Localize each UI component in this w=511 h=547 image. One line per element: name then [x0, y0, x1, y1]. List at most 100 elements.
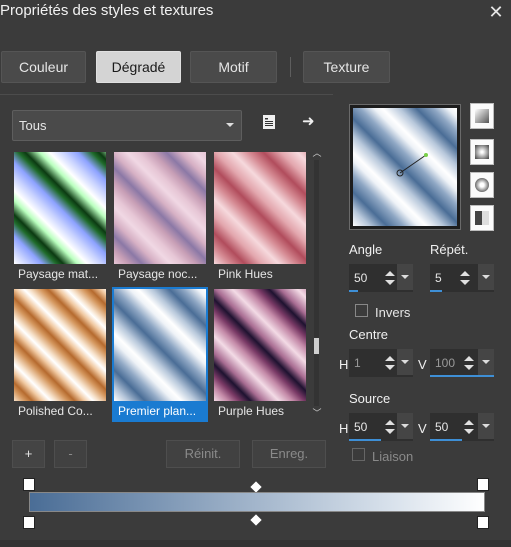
radial-style-button[interactable] [470, 172, 494, 198]
decrement-icon[interactable] [464, 365, 474, 370]
chevron-down-icon[interactable] [478, 264, 494, 290]
increment-icon[interactable] [385, 420, 395, 425]
link-checkbox[interactable] [352, 448, 365, 461]
rectangular-style-button[interactable] [470, 139, 494, 165]
save-button[interactable]: Enreg. [252, 440, 326, 468]
source-h-field[interactable]: 50 [349, 413, 413, 441]
tab-motif[interactable]: Motif [190, 51, 277, 83]
increment-icon[interactable] [385, 271, 395, 276]
window-title: Propriétés des styles et textures [0, 2, 214, 19]
angle-label: Angle [349, 242, 383, 257]
angle-field[interactable]: 50 [349, 264, 413, 292]
scroll-track[interactable] [314, 160, 319, 406]
bottom-edge [0, 540, 511, 547]
gradient-preview[interactable] [349, 104, 461, 230]
source-h-value: 50 [354, 420, 368, 434]
gradient-swatch[interactable]: Paysage noc... [112, 150, 208, 285]
document-icon[interactable] [261, 114, 277, 130]
rectangular-style-icon [475, 145, 489, 159]
decrement-icon[interactable] [385, 280, 395, 285]
tab-degrade[interactable]: Dégradé [96, 51, 181, 83]
swatch-label: Purple Hues [218, 404, 285, 418]
opacity-stop-right-icon[interactable] [477, 478, 489, 491]
swatch-label: Pink Hues [218, 267, 273, 281]
decrement-icon[interactable] [460, 280, 470, 285]
linear-style-icon [475, 109, 489, 123]
center-h-label: H [339, 357, 349, 372]
repeat-value: 5 [435, 271, 442, 285]
chevron-down-icon [226, 123, 234, 127]
swatch-label: Paysage noc... [118, 267, 198, 281]
gradient-bar[interactable] [29, 492, 485, 512]
tab-couleur[interactable]: Couleur [1, 51, 86, 83]
repeat-field[interactable]: 5 [430, 264, 494, 292]
gradient-swatch[interactable]: Paysage mat... [12, 150, 108, 285]
center-h-field[interactable]: 1 [349, 349, 413, 377]
increment-icon[interactable] [464, 420, 474, 425]
swatch-label: Premier plan... [114, 402, 206, 420]
swatch-thumbnail [114, 152, 206, 264]
gradient-swatch[interactable]: Purple Hues [212, 287, 308, 422]
gradient-swatch-selected[interactable]: Premier plan... [112, 287, 208, 422]
scroll-down-icon[interactable]: ﹀ [310, 408, 324, 418]
center-label: Centre [349, 327, 389, 342]
angle-handle-icon[interactable] [394, 149, 434, 179]
chevron-down-icon[interactable] [478, 349, 494, 375]
chevron-down-icon[interactable] [397, 264, 413, 290]
swatch-thumbnail [214, 152, 306, 264]
close-icon[interactable]: ✕ [481, 0, 511, 24]
increment-icon[interactable] [464, 356, 474, 361]
increment-icon[interactable] [460, 271, 470, 276]
conical-style-icon [475, 211, 489, 225]
invert-label: Invers [375, 305, 411, 320]
center-v-field[interactable]: 100 [430, 349, 494, 377]
source-label: Source [349, 391, 391, 406]
category-dropdown[interactable]: Tous [12, 110, 242, 141]
opacity-stop-left-icon[interactable] [23, 478, 35, 491]
scroll-thumb[interactable] [314, 338, 319, 354]
link-label: Liaison [372, 449, 414, 464]
source-v-field[interactable]: 50 [430, 413, 494, 441]
conical-style-button[interactable] [470, 205, 494, 231]
remove-button[interactable]: - [54, 440, 87, 468]
repeat-fill [430, 290, 442, 292]
swatch-thumbnail [14, 289, 106, 401]
repeat-label: Répét. [430, 242, 469, 257]
category-value: Tous [19, 118, 47, 133]
color-midpoint-icon[interactable] [250, 514, 262, 526]
gradient-swatch[interactable]: Polished Co... [12, 287, 108, 422]
add-button[interactable]: + [12, 440, 45, 468]
chevron-down-icon[interactable] [397, 349, 413, 375]
source-v-fill [430, 439, 462, 441]
angle-value: 50 [354, 271, 368, 285]
swatch-label: Polished Co... [18, 404, 93, 418]
invert-checkbox[interactable] [355, 304, 368, 317]
increment-icon[interactable] [385, 356, 395, 361]
decrement-icon[interactable] [385, 429, 395, 434]
decrement-icon[interactable] [385, 365, 395, 370]
arrow-right-icon[interactable]: ➜ [302, 114, 318, 130]
chevron-down-icon[interactable] [397, 413, 413, 439]
gradient-swatch[interactable]: Pink Hues [212, 150, 308, 285]
color-stop-right-icon[interactable] [477, 516, 489, 529]
tab-texture[interactable]: Texture [303, 51, 390, 83]
swatch-label: Paysage mat... [18, 267, 99, 281]
center-v-value: 100 [435, 356, 456, 370]
linear-style-button[interactable] [470, 103, 494, 129]
swatch-scrollbar[interactable]: ︿ ﹀ [310, 148, 324, 420]
color-stop-left-icon[interactable] [23, 516, 35, 529]
tab-separator [290, 57, 291, 77]
scroll-up-icon[interactable]: ︿ [310, 148, 324, 158]
reset-button[interactable]: Réinit. [166, 440, 240, 468]
swatch-thumbnail [14, 152, 106, 264]
opacity-midpoint-icon[interactable] [250, 481, 262, 493]
radial-style-icon [475, 178, 489, 192]
source-v-value: 50 [435, 420, 449, 434]
decrement-icon[interactable] [464, 429, 474, 434]
center-v-label: V [418, 357, 427, 372]
swatch-thumbnail [214, 289, 306, 401]
source-v-label: V [418, 421, 427, 436]
swatch-thumbnail [114, 289, 206, 401]
chevron-down-icon[interactable] [478, 413, 494, 439]
title-bar: Propriétés des styles et textures ✕ [0, 0, 511, 30]
